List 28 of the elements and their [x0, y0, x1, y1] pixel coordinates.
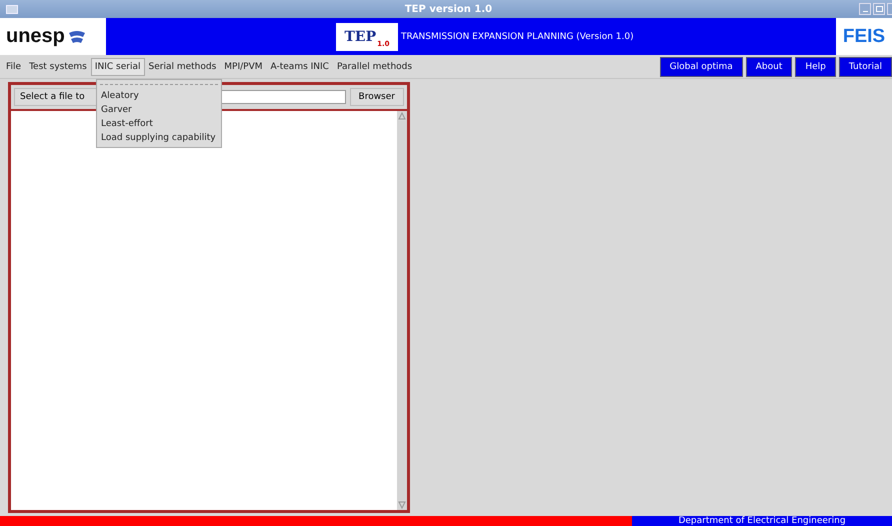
menu-item[interactable]: File — [2, 58, 26, 76]
maximize-icon[interactable] — [873, 3, 885, 15]
unesp-logo: unesp — [0, 18, 106, 55]
menu-item[interactable]: Test systems — [25, 58, 91, 76]
browse-button[interactable]: Browser — [350, 88, 404, 106]
feis-logo: FEIS — [836, 18, 892, 55]
tear-off-line[interactable] — [100, 84, 218, 85]
toolbar-button[interactable]: Tutorial — [838, 56, 892, 76]
menu-item[interactable]: Parallel methods — [332, 58, 416, 76]
scroll-up-icon[interactable] — [398, 112, 406, 120]
toolbar-button[interactable]: Help — [795, 56, 836, 76]
dropdown-item[interactable]: Garver — [97, 103, 221, 117]
menu-item[interactable]: MPI/PVM — [220, 58, 267, 76]
window-title: TEP version 1.0 — [404, 4, 492, 14]
dropdown-item[interactable]: Least-effort — [97, 117, 221, 131]
status-text: Department of Electrical Engineering — [678, 517, 846, 526]
window-menu-icon[interactable] — [6, 4, 18, 14]
toolbar-button[interactable]: About — [746, 56, 792, 76]
menu-item[interactable]: A-teams INIC — [266, 58, 333, 76]
app-subtitle: TRANSMISSION EXPANSION PLANNING (Version 1.0) — [401, 32, 634, 42]
toolbar-button[interactable]: Global optima — [660, 56, 743, 76]
menu-item[interactable]: Serial methods — [144, 58, 220, 76]
scroll-down-icon[interactable] — [398, 501, 406, 509]
minimize-icon[interactable] — [859, 3, 871, 15]
scroll-bar[interactable] — [397, 111, 407, 510]
close-icon[interactable] — [887, 3, 892, 15]
dropdown-item[interactable]: Load supplying capability — [97, 131, 221, 145]
menu-item[interactable]: INIC serial — [90, 58, 145, 76]
